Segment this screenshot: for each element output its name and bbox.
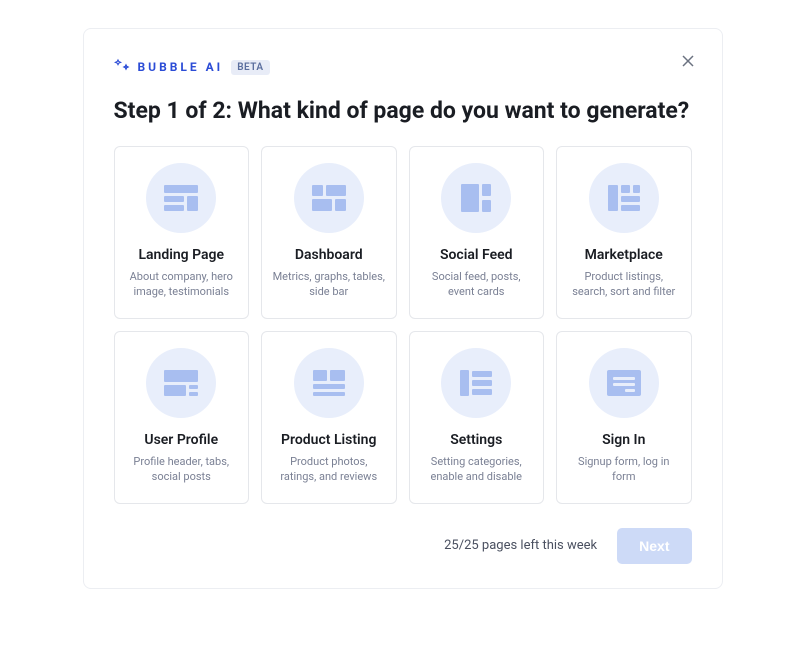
close-icon — [682, 52, 694, 71]
brand-name: BUBBLE AI — [138, 60, 224, 74]
modal-dialog: BUBBLE AI BETA Step 1 of 2: What kind of… — [83, 28, 723, 589]
option-social-feed[interactable]: Social Feed Social feed, posts, event ca… — [409, 146, 545, 319]
option-product-listing[interactable]: Product Listing Product photos, ratings,… — [261, 331, 397, 504]
social-feed-icon — [441, 163, 511, 233]
option-title: Social Feed — [420, 247, 534, 263]
next-button[interactable]: Next — [617, 528, 691, 564]
option-desc: About company, hero image, testimonials — [125, 269, 239, 300]
option-desc: Metrics, graphs, tables, side bar — [272, 269, 386, 300]
option-desc: Product listings, search, sort and filte… — [567, 269, 681, 300]
user-profile-icon — [146, 348, 216, 418]
option-desc: Profile header, tabs, social posts — [125, 454, 239, 485]
settings-icon — [441, 348, 511, 418]
option-title: Product Listing — [272, 432, 386, 448]
marketplace-icon — [589, 163, 659, 233]
option-desc: Product photos, ratings, and reviews — [272, 454, 386, 485]
option-sign-in[interactable]: Sign In Signup form, log in form — [556, 331, 692, 504]
option-settings[interactable]: Settings Setting categories, enable and … — [409, 331, 545, 504]
option-desc: Social feed, posts, event cards — [420, 269, 534, 300]
option-title: Settings — [420, 432, 534, 448]
option-dashboard[interactable]: Dashboard Metrics, graphs, tables, side … — [261, 146, 397, 319]
footer: 25/25 pages left this week Next — [114, 528, 692, 564]
option-title: Marketplace — [567, 247, 681, 263]
dashboard-icon — [294, 163, 364, 233]
option-landing-page[interactable]: Landing Page About company, hero image, … — [114, 146, 250, 319]
option-desc: Setting categories, enable and disable — [420, 454, 534, 485]
option-user-profile[interactable]: User Profile Profile header, tabs, socia… — [114, 331, 250, 504]
brand-header: BUBBLE AI BETA — [114, 57, 692, 77]
option-title: Dashboard — [272, 247, 386, 263]
option-title: User Profile — [125, 432, 239, 448]
option-title: Sign In — [567, 432, 681, 448]
page-title: Step 1 of 2: What kind of page do you wa… — [114, 97, 692, 124]
option-marketplace[interactable]: Marketplace Product listings, search, so… — [556, 146, 692, 319]
sign-in-icon — [589, 348, 659, 418]
option-desc: Signup form, log in form — [567, 454, 681, 485]
sparkle-icon — [114, 57, 130, 77]
options-grid: Landing Page About company, hero image, … — [114, 146, 692, 504]
beta-badge: BETA — [231, 60, 269, 75]
product-listing-icon — [294, 348, 364, 418]
quota-text: 25/25 pages left this week — [444, 538, 597, 553]
close-button[interactable] — [678, 51, 698, 71]
option-title: Landing Page — [125, 247, 239, 263]
landing-page-icon — [146, 163, 216, 233]
